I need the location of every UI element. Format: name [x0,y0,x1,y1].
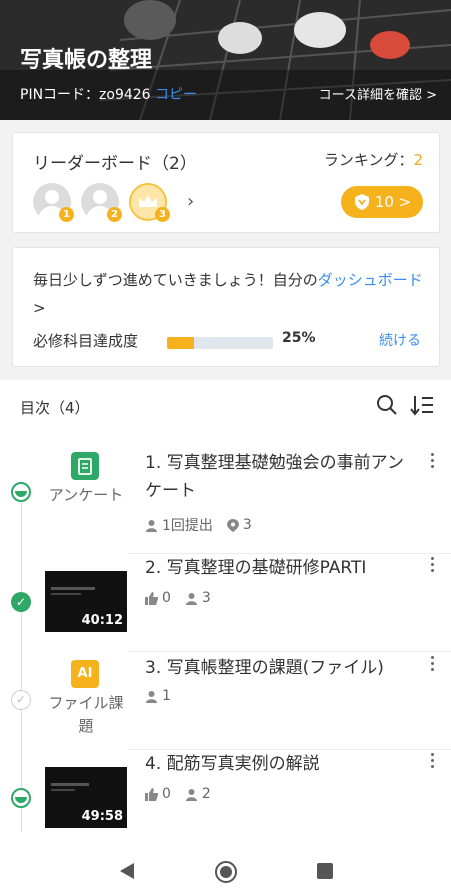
dashboard-chevron: > [33,299,46,317]
course-title: 写真帳の整理 [20,48,153,73]
list-item[interactable]: ✓ AI ファイル課題 3. 写真帳整理の課題(ファイル) 1 [0,652,451,748]
course-header: 写真帳の整理 PINコード：zo9426 コピー コース詳細を確認 > [0,0,451,120]
ranking: ランキング：2 [324,149,423,170]
contents-section: 目次（4） アンケート 1. 写真整理基礎勉強会の事前アンケート 1回提出 3 [0,380,451,850]
video-slide-preview [51,775,121,803]
progress-percent: 25% [282,330,316,346]
item-meta: 0 3 [145,590,211,606]
status-in-progress-icon [11,788,31,808]
list-item[interactable]: アンケート 1. 写真整理基礎勉強会の事前アンケート 1回提出 3 [0,440,451,552]
person-icon [146,519,157,532]
points-label: 10 > [374,193,412,211]
location-pin-icon [226,518,239,532]
system-navigation-bar [0,850,451,892]
more-options-icon[interactable] [428,751,436,771]
copy-pin-button[interactable]: コピー [155,87,197,103]
progress-bar [167,337,273,349]
video-thumbnail: 49:58 [45,767,127,828]
video-duration: 40:12 [81,613,123,628]
progress-label: 必修科目達成度 [33,332,139,350]
slide-preview-image [51,783,89,791]
ranking-label: ランキング： [323,151,414,169]
status-completed-icon: ✓ [11,592,31,612]
video-thumbnail: 40:12 [45,571,127,632]
person-icon [146,690,157,703]
status-in-progress-icon [11,482,31,502]
home-icon[interactable] [215,861,237,883]
more-options-icon[interactable] [428,555,436,575]
count-value: 3 [242,517,252,533]
points-button[interactable]: 10 > [341,186,423,218]
leaderboard-title: リーダーボード（2） [33,154,197,174]
status-not-started-icon: ✓ [11,690,31,710]
rank-badge: 1 [59,207,74,222]
item-title: 3. 写真帳整理の課題(ファイル) [145,658,384,678]
recent-apps-icon[interactable] [317,863,333,879]
sort-icon[interactable] [410,394,434,416]
video-slide-preview [51,579,121,607]
viewer-count: 2 [201,786,211,802]
file-assignment-icon: AI [71,660,99,688]
item-type-label: ファイル課題 [48,694,124,735]
like-count: 0 [162,590,171,606]
progress-card: 毎日少しずつ進めていきましょう！自分のダッシュボード > 必修科目達成度 25%… [12,247,440,367]
shield-icon [354,194,369,210]
message-text: 毎日少しずつ進めていきましょう！自分の [33,271,318,289]
submission-count: 1回提出 [162,518,213,534]
more-options-icon[interactable] [428,654,436,674]
person-icon [185,788,197,801]
ranking-value: 2 [413,151,423,169]
more-options-icon[interactable] [428,451,436,471]
submitter-count: 1 [162,688,171,704]
back-icon[interactable] [119,862,135,880]
encouragement-message: 毎日少しずつ進めていきましょう！自分のダッシュボード > [33,266,433,322]
dashboard-link[interactable]: ダッシュボード [318,271,423,289]
leaderboard-card[interactable]: リーダーボード（2） ランキング：2 1 2 3 › 10 > [12,132,440,233]
item-type-label: アンケート [48,486,124,504]
progress-bar-fill [167,337,194,349]
thumbs-up-icon [145,787,158,801]
video-duration: 49:58 [81,809,123,824]
chevron-right-icon[interactable]: › [187,191,194,212]
continue-link[interactable]: 続ける [379,330,421,350]
viewer-count: 3 [201,590,211,606]
item-meta: 0 2 [145,786,211,802]
thumbs-up-icon [145,591,158,605]
rank-badge: 2 [107,207,122,222]
person-icon [185,592,197,605]
item-title: 4. 配筋写真実例の解説 [145,754,320,774]
item-title: 2. 写真整理の基礎研修PARTI [145,558,367,578]
course-detail-link[interactable]: コース詳細を確認 > [319,84,437,103]
rank-badge: 3 [155,207,170,222]
survey-icon [71,452,99,480]
item-title: 1. 写真整理基礎勉強会の事前アンケート [145,453,404,501]
slide-preview-image [51,587,95,595]
item-meta: 1回提出 3 [145,515,252,535]
item-meta: 1 [145,688,171,704]
pin-code-label: PINコード：zo9426 [20,87,151,103]
search-icon[interactable] [376,394,398,416]
list-item[interactable]: 49:58 4. 配筋写真実例の解説 0 2 [0,750,451,846]
contents-header: 目次（4） [20,399,90,417]
list-item[interactable]: ✓ 40:12 2. 写真整理の基礎研修PARTI 0 3 [0,554,451,650]
pin-code: PINコード：zo9426 コピー [20,84,197,104]
like-count: 0 [162,786,171,802]
